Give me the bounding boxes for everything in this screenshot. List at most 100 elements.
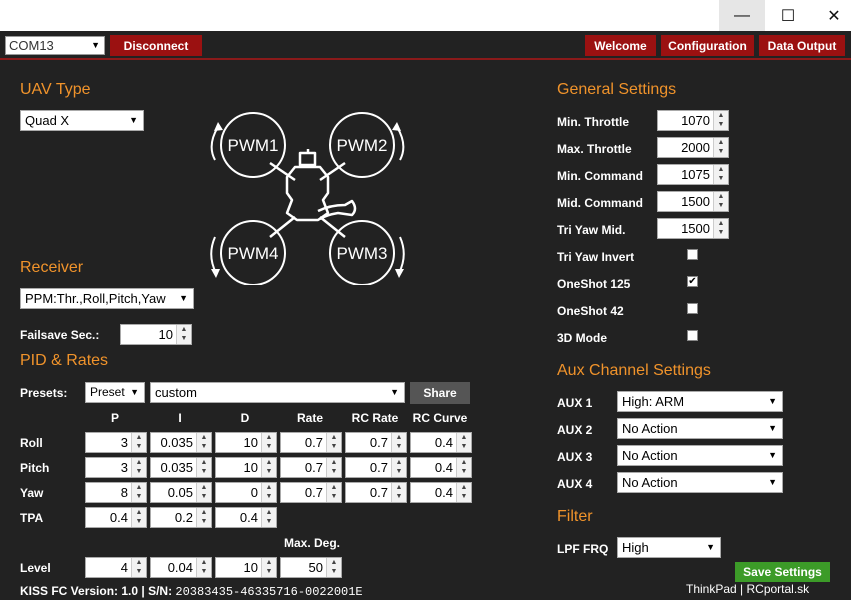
spinner-icon[interactable]: ▲ ▼ <box>713 138 728 157</box>
tpa-p-input[interactable]: 0.4 ▲ ▼ <box>85 507 147 528</box>
spinner-icon[interactable]: ▲ ▼ <box>456 433 471 452</box>
roll-rc-rate-input[interactable]: 0.7 ▲ ▼ <box>345 432 407 453</box>
spinner-icon[interactable]: ▲ ▼ <box>196 558 211 577</box>
filter-heading: Filter <box>557 508 593 525</box>
share-button[interactable]: Share <box>410 382 470 404</box>
preset-name-value: custom <box>155 385 197 400</box>
level-d-input[interactable]: 10 ▲ ▼ <box>215 557 277 578</box>
roll-p-input[interactable]: 3 ▲ ▼ <box>85 432 147 453</box>
level-i-input-value: 0.04 <box>167 560 193 575</box>
spinner-icon[interactable]: ▲ ▼ <box>713 165 728 184</box>
tpa-i-input[interactable]: 0.2 ▲ ▼ <box>150 507 212 528</box>
spinner-icon[interactable]: ▲ ▼ <box>196 458 211 477</box>
pitch-d-input[interactable]: 10 ▲ ▼ <box>215 457 277 478</box>
spinner-icon[interactable]: ▲ ▼ <box>261 558 276 577</box>
welcome-button[interactable]: Welcome <box>585 35 656 56</box>
row-label-tpa: TPA <box>20 511 44 525</box>
port-select[interactable]: COM13 ▼ <box>5 36 105 55</box>
max-throttle-input[interactable]: 2000 ▲ ▼ <box>657 137 729 158</box>
spinner-icon[interactable]: ▲ ▼ <box>261 458 276 477</box>
spinner-icon[interactable]: ▲ ▼ <box>713 192 728 211</box>
mid-command-input[interactable]: 1500 ▲ ▼ <box>657 191 729 212</box>
spinner-icon[interactable]: ▲ ▼ <box>326 558 341 577</box>
lpf-frq-value: High <box>622 540 649 555</box>
pitch-i-input[interactable]: 0.035 ▲ ▼ <box>150 457 212 478</box>
tpa-d-input-value: 0.4 <box>239 510 258 525</box>
level-max-deg-input[interactable]: 50 ▲ ▼ <box>280 557 342 578</box>
spinner-icon[interactable]: ▲ ▼ <box>176 325 191 344</box>
min-throttle-input[interactable]: 1070 ▲ ▼ <box>657 110 729 131</box>
spinner-icon[interactable]: ▲ ▼ <box>131 433 146 452</box>
yaw-rc-rate-input[interactable]: 0.7 ▲ ▼ <box>345 482 407 503</box>
maximize-icon: ☐ <box>780 7 796 25</box>
close-button[interactable]: ✕ <box>811 0 851 31</box>
yaw-rc-curve-input[interactable]: 0.4 ▲ ▼ <box>410 482 472 503</box>
spinner-icon[interactable]: ▲ ▼ <box>131 458 146 477</box>
uav-type-heading: UAV Type <box>20 81 91 98</box>
spinner-icon[interactable]: ▲ ▼ <box>456 483 471 502</box>
aux3-select[interactable]: No Action ▼ <box>617 445 783 466</box>
roll-i-input[interactable]: 0.035 ▲ ▼ <box>150 432 212 453</box>
failsafe-input[interactable]: 10 ▲ ▼ <box>120 324 192 345</box>
pitch-rate-input[interactable]: 0.7 ▲ ▼ <box>280 457 342 478</box>
camera-mount <box>298 151 317 167</box>
failsafe-value: 10 <box>158 327 173 342</box>
spinner-icon[interactable]: ▲ ▼ <box>261 433 276 452</box>
spinner-icon[interactable]: ▲ ▼ <box>326 483 341 502</box>
maximize-button[interactable]: ☐ <box>765 0 811 31</box>
spinner-icon[interactable]: ▲ ▼ <box>131 483 146 502</box>
yaw-p-input[interactable]: 8 ▲ ▼ <box>85 482 147 503</box>
level-p-input[interactable]: 4 ▲ ▼ <box>85 557 147 578</box>
tri-yaw-mid-input[interactable]: 1500 ▲ ▼ <box>657 218 729 239</box>
aux2-select[interactable]: No Action ▼ <box>617 418 783 439</box>
yaw-i-input[interactable]: 0.05 ▲ ▼ <box>150 482 212 503</box>
roll-d-input[interactable]: 10 ▲ ▼ <box>215 432 277 453</box>
spinner-icon[interactable]: ▲ ▼ <box>196 433 211 452</box>
aux1-select[interactable]: High: ARM ▼ <box>617 391 783 412</box>
save-settings-button[interactable]: Save Settings <box>735 562 830 582</box>
data-output-button[interactable]: Data Output <box>759 35 845 56</box>
preset-select[interactable]: Preset ▼ <box>85 382 145 403</box>
spinner-icon[interactable]: ▲ ▼ <box>713 219 728 238</box>
firmware-version: KISS FC Version: 1.0 | S/N: 20383435-463… <box>20 584 363 599</box>
spinner-icon[interactable]: ▲ ▼ <box>131 558 146 577</box>
spinner-icon[interactable]: ▲ ▼ <box>326 433 341 452</box>
spinner-icon[interactable]: ▲ ▼ <box>261 508 276 527</box>
motor-label-pwm2: PWM2 <box>337 136 388 155</box>
receiver-mode-select[interactable]: PPM:Thr.,Roll,Pitch,Yaw ▼ <box>20 288 194 309</box>
preset-name-select[interactable]: custom ▼ <box>150 382 405 403</box>
spinner-icon[interactable]: ▲ ▼ <box>391 458 406 477</box>
pitch-rc-rate-input[interactable]: 0.7 ▲ ▼ <box>345 457 407 478</box>
uav-type-select[interactable]: Quad X ▼ <box>20 110 144 131</box>
close-icon: ✕ <box>827 7 841 25</box>
spinner-icon[interactable]: ▲ ▼ <box>261 483 276 502</box>
3d-mode-checkbox[interactable] <box>687 330 698 341</box>
spinner-icon[interactable]: ▲ ▼ <box>326 458 341 477</box>
level-i-input[interactable]: 0.04 ▲ ▼ <box>150 557 212 578</box>
oneshot42-checkbox[interactable] <box>687 303 698 314</box>
configuration-button[interactable]: Configuration <box>661 35 754 56</box>
lpf-frq-select[interactable]: High ▼ <box>617 537 721 558</box>
minimize-button[interactable]: — <box>719 0 765 31</box>
spinner-icon[interactable]: ▲ ▼ <box>196 483 211 502</box>
roll-rc-curve-input[interactable]: 0.4 ▲ ▼ <box>410 432 472 453</box>
3d-mode-label: 3D Mode <box>557 331 608 345</box>
yaw-rate-input[interactable]: 0.7 ▲ ▼ <box>280 482 342 503</box>
yaw-d-input[interactable]: 0 ▲ ▼ <box>215 482 277 503</box>
aux4-select[interactable]: No Action ▼ <box>617 472 783 493</box>
pitch-p-input[interactable]: 3 ▲ ▼ <box>85 457 147 478</box>
tri-yaw-invert-checkbox[interactable] <box>687 249 698 260</box>
oneshot125-checkbox[interactable]: ✔ <box>687 276 698 287</box>
tpa-d-input[interactable]: 0.4 ▲ ▼ <box>215 507 277 528</box>
spinner-icon[interactable]: ▲ ▼ <box>456 458 471 477</box>
spinner-icon[interactable]: ▲ ▼ <box>131 508 146 527</box>
pitch-rc-curve-input[interactable]: 0.4 ▲ ▼ <box>410 457 472 478</box>
spinner-icon[interactable]: ▲ ▼ <box>391 483 406 502</box>
roll-rate-input[interactable]: 0.7 ▲ ▼ <box>280 432 342 453</box>
chevron-down-icon: ▼ <box>91 40 100 50</box>
spinner-icon[interactable]: ▲ ▼ <box>196 508 211 527</box>
min-command-input[interactable]: 1075 ▲ ▼ <box>657 164 729 185</box>
spinner-icon[interactable]: ▲ ▼ <box>713 111 728 130</box>
disconnect-button[interactable]: Disconnect <box>110 35 202 56</box>
spinner-icon[interactable]: ▲ ▼ <box>391 433 406 452</box>
